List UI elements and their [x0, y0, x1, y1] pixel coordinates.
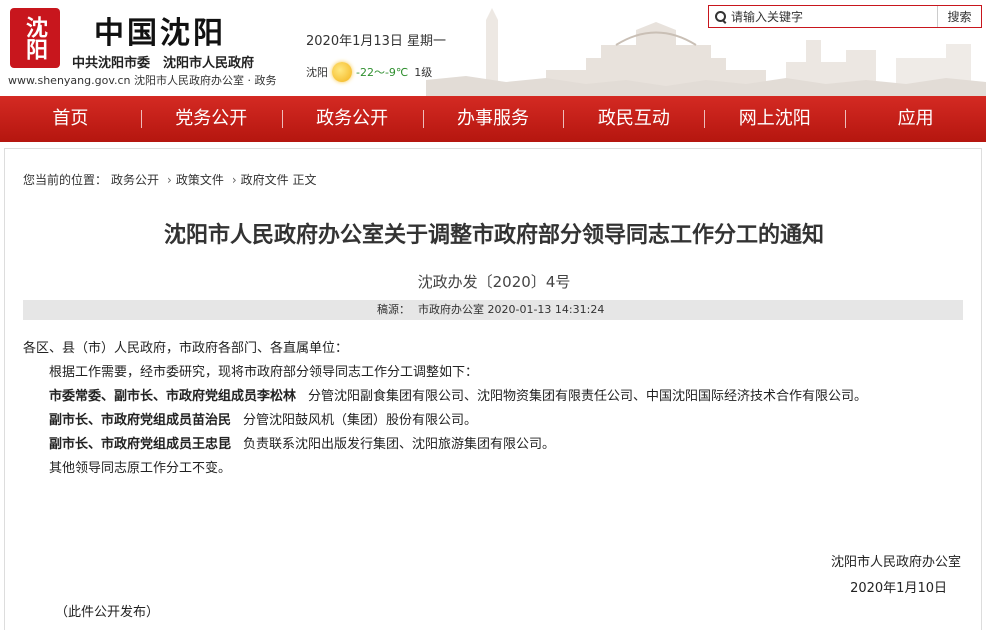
search-input[interactable]	[731, 6, 931, 27]
publication-note: （此件公开发布）	[55, 605, 160, 620]
source-bar: 稿源： 市政府办公室 2020-01-13 14:31:24	[23, 300, 963, 320]
intro-paragraph: 根据工作需要，经市委研究，现将市政府部分领导同志工作分工调整如下：	[49, 365, 479, 380]
assignment-duty: 分管沈阳副食集团有限公司、沈阳物资集团有限责任公司、中国沈阳国际经济技术合作有限…	[308, 389, 868, 404]
logo-seal-text: 沈阳	[22, 16, 48, 60]
breadcrumb: 您当前的位置： 政务公开 › 政策文件 › 政府文件 正文	[23, 171, 321, 188]
assignment-item: 副市长、市政府党组成员苗治民 分管沈阳鼓风机（集团）股份有限公司。	[23, 409, 963, 433]
breadcrumb-prefix: 您当前的位置：	[23, 173, 108, 187]
site-title[interactable]: 中国沈阳	[94, 8, 226, 52]
assignment-duty: 负责联系沈阳出版发行集团、沈阳旅游集团有限公司。	[243, 437, 556, 452]
weather-widget: 沈阳 -22～-9℃ 1级	[306, 62, 432, 82]
nav-item-services[interactable]: 办事服务	[422, 96, 564, 142]
nav-item-apps[interactable]: 应用	[845, 96, 986, 142]
signature-org: 沈阳市人民政府办公室	[830, 555, 961, 570]
site-url: www.shenyang.gov.cn 沈阳市人民政府办公室 · 政务	[8, 74, 277, 87]
breadcrumb-item[interactable]: 政府文件 正文	[241, 173, 317, 187]
salutation: 各区、县（市）人民政府，市政府各部门、各直属单位：	[23, 341, 349, 356]
nav-item-home[interactable]: 首页	[0, 96, 141, 142]
nav-item-party-affairs[interactable]: 党务公开	[140, 96, 282, 142]
assignment-person: 副市长、市政府党组成员王忠昆	[49, 437, 232, 452]
site-header: 沈阳 中国沈阳 中共沈阳市委 沈阳市人民政府 www.shenyang.gov.…	[0, 0, 986, 96]
site-subtitle: 中共沈阳市委 沈阳市人民政府	[72, 56, 255, 71]
chevron-right-icon: ›	[167, 173, 172, 187]
signature-date: 2020年1月10日	[850, 581, 947, 596]
sun-icon	[332, 62, 352, 82]
assignment-duty: 分管沈阳鼓风机（集团）股份有限公司。	[243, 413, 478, 428]
document-number: 沈政办发〔2020〕4号	[417, 273, 571, 291]
source-value: 市政府办公室	[418, 303, 484, 316]
search-button[interactable]: 搜索	[937, 6, 981, 27]
breadcrumb-item[interactable]: 政策文件	[176, 173, 224, 187]
weather-temperature: -22～-9℃	[356, 66, 409, 79]
chevron-right-icon: ›	[231, 173, 237, 187]
logo-seal[interactable]: 沈阳	[10, 8, 60, 68]
search-icon	[715, 10, 727, 23]
publish-time: 2020-01-13 14:31:24	[487, 303, 605, 316]
assignment-person: 副市长、市政府党组成员苗治民	[49, 413, 232, 428]
weather-city: 沈阳	[306, 66, 328, 79]
search-box: 搜索	[708, 5, 982, 28]
nav-item-online-shenyang[interactable]: 网上沈阳	[704, 96, 845, 142]
nav-item-government-affairs[interactable]: 政务公开	[281, 96, 423, 142]
assignment-person: 市委常委、副市长、市政府党组成员李松林	[49, 389, 297, 404]
source-label: 稿源：	[377, 303, 410, 316]
nav-item-interaction[interactable]: 政民互动	[563, 96, 704, 142]
weather-wind: 1级	[414, 66, 433, 79]
assignment-item: 副市长、市政府党组成员王忠昆 负责联系沈阳出版发行集团、沈阳旅游集团有限公司。	[23, 433, 963, 457]
current-date: 2020年1月13日 星期一	[306, 34, 447, 49]
main-nav: 首页 党务公开 政务公开 办事服务 政民互动 网上沈阳 应用	[0, 96, 986, 142]
closing-paragraph: 其他领导同志原工作分工不变。	[49, 461, 232, 476]
article-container: 您当前的位置： 政务公开 › 政策文件 › 政府文件 正文 沈阳市人民政府办公室关于调整市…	[4, 148, 982, 630]
assignment-item: 市委常委、副市长、市政府党组成员李松林 分管沈阳副食集团有限公司、沈阳物资集团有限…	[23, 385, 963, 409]
document-title: 沈阳市人民政府办公室关于调整市政府部分领导同志工作分工的通知	[163, 223, 824, 248]
document-body: 各区、县（市）人民政府，市政府各部门、各直属单位： 根据工作需要，经市委研究，现…	[23, 337, 963, 481]
breadcrumb-item[interactable]: 政务公开	[111, 173, 159, 187]
